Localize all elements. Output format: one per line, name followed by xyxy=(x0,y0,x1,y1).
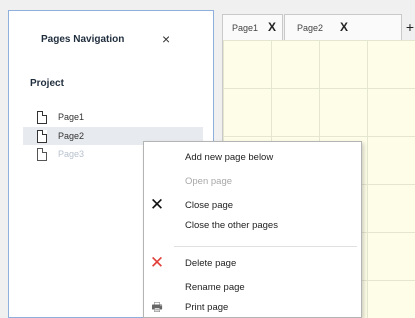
tab-page2[interactable]: Page2 X xyxy=(284,14,402,40)
menu-item-close-other-pages[interactable]: Close the other pages xyxy=(144,216,361,234)
menu-item-print-page[interactable]: 🖶 Print page xyxy=(144,298,361,316)
menu-item-label: Close the other pages xyxy=(185,219,278,231)
tree-item-label: Page1 xyxy=(58,112,85,122)
tab-close-icon[interactable]: X xyxy=(268,20,276,34)
tab-close-icon[interactable]: X xyxy=(340,20,348,34)
menu-item-label: Print page xyxy=(185,301,229,313)
menu-item-close-page[interactable]: ✕ Close page xyxy=(144,196,361,214)
panel-title: Pages Navigation xyxy=(41,34,125,45)
tab-bar: Page1 X Page2 X + xyxy=(222,14,415,40)
menu-item-label: Add new page below xyxy=(185,151,274,163)
menu-item-delete-page[interactable]: ✕ Delete page xyxy=(144,254,361,272)
printer-icon: 🖶 xyxy=(151,300,163,314)
menu-item-label: Delete page xyxy=(185,257,237,269)
close-icon[interactable]: × xyxy=(162,31,170,47)
tab-label: Page1 xyxy=(232,22,259,33)
tree-item-page1[interactable]: Page1 xyxy=(23,108,203,126)
menu-item-open-page[interactable]: Open page xyxy=(144,172,361,190)
page-icon xyxy=(37,147,47,161)
menu-item-label: Rename page xyxy=(185,281,245,293)
tree-item-label: Page3 xyxy=(58,149,85,159)
close-icon: ✕ xyxy=(149,195,165,214)
context-menu: Add new page below Open page ✕ Close pag… xyxy=(143,141,362,318)
add-tab-button[interactable]: + xyxy=(403,14,415,40)
menu-item-label: Open page xyxy=(185,175,233,187)
tab-page1[interactable]: Page1 X xyxy=(222,14,283,40)
menu-separator xyxy=(174,246,357,247)
page-icon xyxy=(37,129,47,143)
menu-item-rename-page[interactable]: Rename page xyxy=(144,278,361,296)
panel-header: Pages Navigation × xyxy=(9,11,213,61)
delete-icon: ✕ xyxy=(149,253,165,272)
menu-item-add-new-page-below[interactable]: Add new page below xyxy=(144,148,361,166)
tab-label: Page2 xyxy=(297,22,324,33)
tree-item-label: Page2 xyxy=(58,131,85,141)
project-label: Project xyxy=(30,78,64,89)
page-icon xyxy=(37,110,47,124)
menu-item-label: Close page xyxy=(185,199,234,211)
